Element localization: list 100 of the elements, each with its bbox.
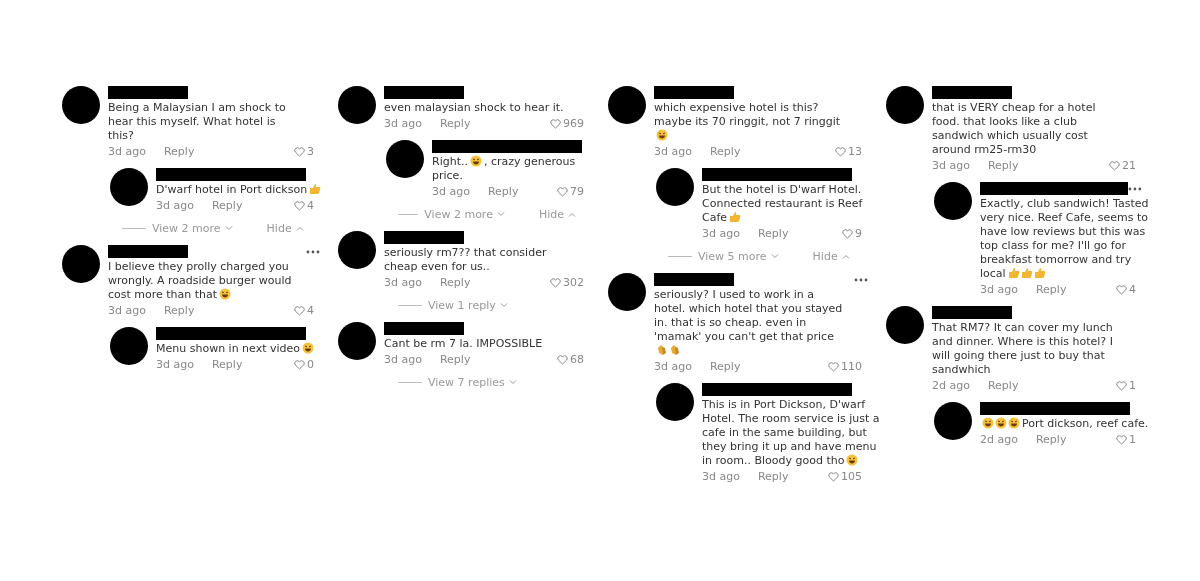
laughing-face-icon xyxy=(846,454,859,466)
view-more-link[interactable]: View 2 more xyxy=(424,208,505,221)
like-count: 13 xyxy=(848,145,862,158)
reply-link[interactable]: Reply xyxy=(439,117,471,130)
avatar[interactable] xyxy=(338,231,376,269)
laughing-face-icon xyxy=(219,288,232,300)
timestamp: 3d ago xyxy=(108,304,146,317)
avatar[interactable] xyxy=(656,383,694,421)
reply-link[interactable]: Reply xyxy=(211,199,243,212)
like-count: 969 xyxy=(563,117,584,130)
reply-link[interactable]: Reply xyxy=(757,470,789,483)
avatar[interactable] xyxy=(110,168,148,206)
reply-link[interactable]: Reply xyxy=(709,145,741,158)
avatar[interactable] xyxy=(934,402,972,440)
laughing-face-icon xyxy=(302,342,315,354)
avatar[interactable] xyxy=(62,86,100,124)
comment-text: seriously? I used to work in a hotel. which hotel that you stayed in. that is so cheap. even in 'mamak' you can't get that price xyxy=(654,288,844,358)
laughing-face-icon xyxy=(995,417,1007,429)
timestamp: 3d ago xyxy=(156,358,194,371)
timestamp: 3d ago xyxy=(432,185,470,198)
comment-text: But the hotel is D'warf Hotel. Connected restaurant is Reef Cafe xyxy=(702,183,864,225)
chevron-down-icon xyxy=(496,212,505,217)
like-count: 79 xyxy=(570,185,584,198)
comment-text: I believe they prolly charged you wrongly. A roadside burger would cost more than that xyxy=(108,260,293,302)
hide-link[interactable]: Hide xyxy=(812,250,850,263)
like-count: 1 xyxy=(1129,433,1136,446)
thumbs-up-icon xyxy=(1020,267,1033,279)
more-icon[interactable] xyxy=(1128,186,1142,191)
comment-text: Exactly, club sandwich! Tasted very nice. Reef Cafe, seems to have low reviews but this was top class for me? I'll go for breakfast tomorrow and try local xyxy=(980,197,1150,281)
thumbs-up-icon xyxy=(1033,267,1046,279)
like-count: 302 xyxy=(563,276,584,289)
timestamp: 3d ago xyxy=(980,283,1018,296)
reply-link[interactable]: Reply xyxy=(163,304,195,317)
view-more-link[interactable]: View 7 replies xyxy=(428,376,517,389)
comment-text: This is in Port Dickson, D'warf Hotel. The room service is just a cafe in the same building, but they bring it up and have menu in room.. Bloody good tho xyxy=(702,398,881,468)
timestamp: 3d ago xyxy=(156,199,194,212)
hide-link[interactable]: Hide xyxy=(538,208,576,221)
comment-text: Menu shown in next video xyxy=(156,342,334,356)
timestamp: 3d ago xyxy=(702,227,740,240)
avatar[interactable] xyxy=(110,327,148,365)
comment-text: seriously rm7?? that consider cheap even for us.. xyxy=(384,246,548,274)
avatar[interactable] xyxy=(886,306,924,344)
avatar[interactable] xyxy=(608,86,646,124)
reply-link[interactable]: Reply xyxy=(439,276,471,289)
comment-text: even malaysian shock to hear it. xyxy=(384,101,565,115)
thumbs-up-icon xyxy=(309,183,322,195)
comment-text: Port dickson, reef cafe. xyxy=(980,417,1156,431)
avatar[interactable] xyxy=(338,86,376,124)
view-more-link[interactable]: View 2 more xyxy=(152,222,233,235)
view-more-link[interactable]: View 5 more xyxy=(698,250,779,263)
comment-text: Right.. , crazy generous price. xyxy=(432,155,577,183)
comment-text: Being a Malaysian I am shock to hear this myself. What hotel is this? xyxy=(108,101,287,143)
reply-link[interactable]: Reply xyxy=(1035,283,1067,296)
timestamp: 3d ago xyxy=(654,360,692,373)
comment-text: D'warf hotel in Port dickson xyxy=(156,183,334,197)
like-count: 3 xyxy=(307,145,314,158)
chevron-down-icon xyxy=(224,226,233,231)
like-count: 0 xyxy=(307,358,314,371)
reply-link[interactable]: Reply xyxy=(1035,433,1067,446)
timestamp: 3d ago xyxy=(932,159,970,172)
avatar[interactable] xyxy=(934,182,972,220)
timestamp: 3d ago xyxy=(384,276,422,289)
like-count: 105 xyxy=(841,470,862,483)
more-icon[interactable] xyxy=(854,277,868,282)
reply-link[interactable]: Reply xyxy=(987,159,1019,172)
laughing-face-icon xyxy=(982,417,994,429)
reply-link[interactable]: Reply xyxy=(987,379,1019,392)
hide-link[interactable]: Hide xyxy=(266,222,304,235)
comment-text: That RM7? It can cover my lunch and dinner. Where is this hotel? I will going there just to buy that sandwhich xyxy=(932,321,1114,377)
comment-text: Cant be rm 7 la. IMPOSSIBLE xyxy=(384,337,544,351)
laughing-face-icon xyxy=(1008,417,1020,429)
avatar[interactable] xyxy=(886,86,924,124)
like-count: 68 xyxy=(570,353,584,366)
timestamp: 3d ago xyxy=(702,470,740,483)
avatar[interactable] xyxy=(656,168,694,206)
avatar[interactable] xyxy=(62,245,100,283)
thumbs-up-icon xyxy=(729,211,742,223)
view-more-link[interactable]: View 1 reply xyxy=(428,299,508,312)
reply-link[interactable]: Reply xyxy=(757,227,789,240)
chevron-up-icon xyxy=(568,212,576,217)
like-count: 9 xyxy=(855,227,862,240)
timestamp: 3d ago xyxy=(384,353,422,366)
reply-link[interactable]: Reply xyxy=(439,353,471,366)
timestamp: 3d ago xyxy=(384,117,422,130)
timestamp: 3d ago xyxy=(654,145,692,158)
reply-link[interactable]: Reply xyxy=(163,145,195,158)
laughing-face-icon xyxy=(656,129,668,141)
avatar[interactable] xyxy=(386,140,424,178)
like-count: 110 xyxy=(841,360,862,373)
like-count: 1 xyxy=(1129,379,1136,392)
timestamp: 2d ago xyxy=(980,433,1018,446)
avatar[interactable] xyxy=(608,273,646,311)
avatar[interactable] xyxy=(338,322,376,360)
reply-link[interactable]: Reply xyxy=(487,185,519,198)
reply-link[interactable]: Reply xyxy=(211,358,243,371)
laughing-face-icon xyxy=(469,155,482,167)
timestamp: 2d ago xyxy=(932,379,970,392)
like-count: 4 xyxy=(307,199,314,212)
reply-link[interactable]: Reply xyxy=(709,360,741,373)
more-icon[interactable] xyxy=(306,249,320,254)
